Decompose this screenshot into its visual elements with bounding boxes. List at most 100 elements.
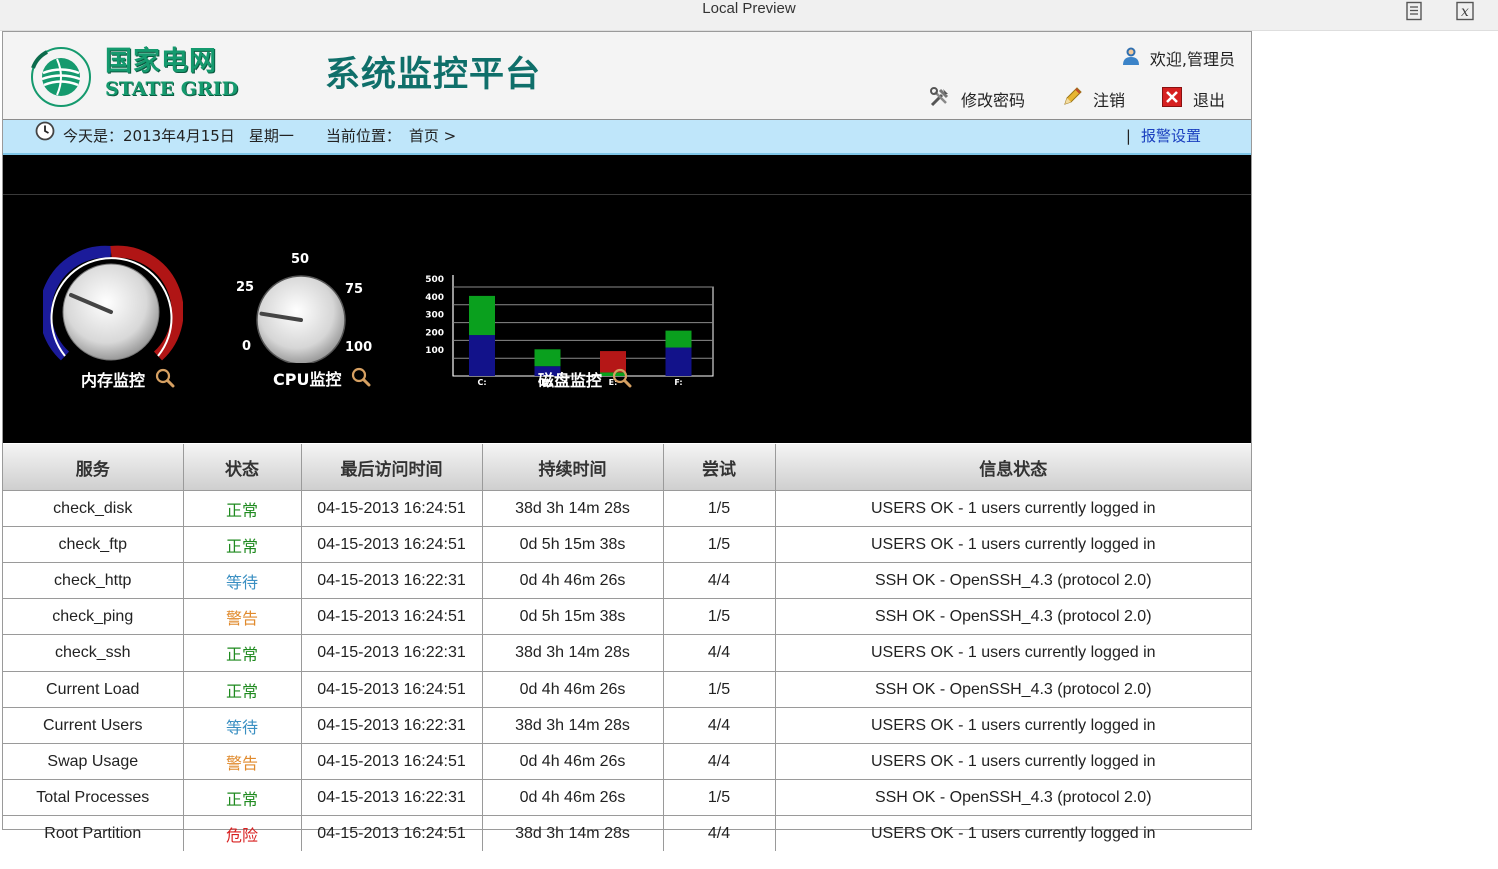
duration: 0d 5h 15m 38s	[481, 526, 664, 563]
service-name: Swap Usage	[3, 743, 184, 780]
x-tick-label: F:	[674, 378, 682, 387]
service-name: Total Processes	[3, 779, 184, 816]
duration: 38d 3h 14m 28s	[481, 707, 664, 744]
service-name: check_ping	[3, 598, 184, 635]
attempts: 4/4	[662, 707, 776, 744]
table-row[interactable]: check_ping 警告 04-15-2013 16:24:51 0d 5h 15m…	[3, 598, 1251, 635]
welcome-user: 欢迎,管理员	[1122, 46, 1235, 73]
status: 危险	[182, 815, 302, 851]
last-access-time: 04-15-2013 16:22:31	[300, 707, 483, 744]
status: 正常	[182, 634, 302, 672]
tools-icon	[929, 86, 951, 115]
cpu-tick-label: 100	[345, 340, 372, 355]
exit-icon	[1161, 86, 1183, 115]
cpu-gauge[interactable]: 50 25 75 0 100	[228, 243, 383, 363]
y-tick-label: 500	[425, 275, 444, 285]
attempts: 1/5	[662, 490, 776, 527]
logo-chinese-text: 国家电网	[105, 46, 217, 77]
column-header-service[interactable]: 服务	[3, 444, 184, 491]
close-x-icon[interactable]: x	[1455, 1, 1475, 21]
change-password-link[interactable]: 修改密码	[929, 86, 1025, 115]
exit-link[interactable]: 退出	[1161, 86, 1225, 115]
pencil-icon	[1061, 86, 1083, 115]
last-access-time: 04-15-2013 16:24:51	[300, 526, 483, 563]
info-status: SSH OK - OpenSSH_4.3 (protocol 2.0)	[774, 671, 1251, 708]
info-status: SSH OK - OpenSSH_4.3 (protocol 2.0)	[774, 598, 1251, 635]
table-row[interactable]: check_ssh 正常 04-15-2013 16:22:31 38d 3h 14m…	[3, 634, 1251, 672]
service-name: check_ssh	[3, 634, 184, 672]
bar-segment	[534, 349, 561, 367]
column-header-duration[interactable]: 持续时间	[481, 444, 664, 491]
status: 警告	[182, 743, 302, 780]
column-header-last-access[interactable]: 最后访问时间	[300, 444, 483, 491]
status: 正常	[182, 671, 302, 708]
state-grid-logo-icon	[27, 46, 95, 112]
column-header-attempts[interactable]: 尝试	[662, 444, 776, 491]
last-access-time: 04-15-2013 16:22:31	[300, 562, 483, 599]
window-titlebar: Local Preview x	[0, 0, 1498, 31]
attempts: 1/5	[662, 598, 776, 635]
y-tick-label: 400	[425, 293, 444, 303]
last-access-time: 04-15-2013 16:22:31	[300, 634, 483, 672]
magnifier-icon[interactable]	[612, 368, 632, 393]
info-status: USERS OK - 1 users currently logged in	[774, 490, 1251, 527]
table-row[interactable]: Total Processes 正常 04-15-2013 16:22:31 0d 4…	[3, 779, 1251, 816]
duration: 0d 4h 46m 26s	[481, 562, 664, 599]
table-row[interactable]: Current Users 等待 04-15-2013 16:22:31 38d 3h…	[3, 707, 1251, 744]
y-tick-label: 100	[425, 346, 444, 356]
table-row[interactable]: Swap Usage 警告 04-15-2013 16:24:51 0d 4h 46m…	[3, 743, 1251, 780]
position-label: 当前位置：	[325, 127, 401, 145]
logout-label: 注销	[1092, 90, 1125, 110]
table-row[interactable]: check_http 等待 04-15-2013 16:22:31 0d 4h 46m…	[3, 562, 1251, 599]
window-title: Local Preview	[702, 0, 796, 17]
disk-monitor[interactable]: 磁盘监控	[538, 368, 632, 393]
page-header: 国家电网 STATE GRID 系统监控平台 欢迎,管理员 修改密码 注销 退出	[3, 32, 1251, 120]
y-tick-label: 300	[425, 311, 444, 321]
service-table: 服务 状态 最后访问时间 持续时间 尝试 信息状态 check_disk 正常 04…	[3, 444, 1251, 851]
cpu-tick-label: 0	[242, 339, 251, 354]
column-header-status[interactable]: 状态	[182, 444, 302, 491]
memory-gauge[interactable]	[43, 243, 183, 363]
duration: 0d 4h 46m 26s	[481, 671, 664, 708]
attempts: 4/4	[662, 562, 776, 599]
duration: 0d 4h 46m 26s	[481, 779, 664, 816]
logout-link[interactable]: 注销	[1061, 86, 1125, 115]
table-row[interactable]: check_disk 正常 04-15-2013 16:24:51 38d 3h 14…	[3, 490, 1251, 527]
breadcrumb[interactable]: 首页 >	[409, 120, 456, 153]
bar-segment	[665, 347, 692, 376]
magnifier-icon[interactable]	[155, 368, 175, 393]
divider	[3, 194, 1251, 195]
column-header-info[interactable]: 信息状态	[774, 444, 1251, 491]
cpu-tick-label: 25	[236, 280, 254, 295]
bar-segment	[665, 330, 692, 348]
memory-monitor[interactable]: 内存监控	[81, 368, 175, 393]
info-status: USERS OK - 1 users currently logged in	[774, 815, 1251, 851]
attempts: 1/5	[662, 671, 776, 708]
status: 等待	[182, 562, 302, 599]
clock-icon	[35, 120, 55, 153]
duration: 0d 4h 46m 26s	[481, 743, 664, 780]
table-row[interactable]: check_ftp 正常 04-15-2013 16:24:51 0d 5h 15m …	[3, 526, 1251, 563]
magnifier-icon[interactable]	[351, 367, 371, 392]
document-icon[interactable]	[1404, 1, 1424, 21]
status: 正常	[182, 779, 302, 816]
memory-monitor-label: 内存监控	[81, 370, 146, 390]
logo-english-text: STATE GRID	[105, 78, 239, 100]
page-title: 系统监控平台	[325, 55, 542, 95]
attempts: 4/4	[662, 634, 776, 672]
service-name: check_ftp	[3, 526, 184, 563]
svg-text:x: x	[1461, 4, 1469, 20]
alarm-settings-link[interactable]: 报警设置	[1141, 120, 1201, 153]
page-frame: 国家电网 STATE GRID 系统监控平台 欢迎,管理员 修改密码 注销 退出…	[2, 31, 1252, 851]
status: 等待	[182, 707, 302, 744]
cpu-monitor[interactable]: CPU监控	[273, 367, 371, 392]
date-text: 今天是：2013年4月15日	[63, 127, 235, 145]
change-password-label: 修改密码	[960, 90, 1025, 110]
exit-label: 退出	[1192, 90, 1225, 110]
table-row[interactable]: Root Partition 危险 04-15-2013 16:24:51 38d 3…	[3, 815, 1251, 851]
table-row[interactable]: Current Load 正常 04-15-2013 16:24:51 0d 4h 4…	[3, 671, 1251, 708]
attempts: 4/4	[662, 815, 776, 851]
cpu-tick-label: 75	[345, 282, 363, 297]
attempts: 1/5	[662, 526, 776, 563]
last-access-time: 04-15-2013 16:24:51	[300, 598, 483, 635]
